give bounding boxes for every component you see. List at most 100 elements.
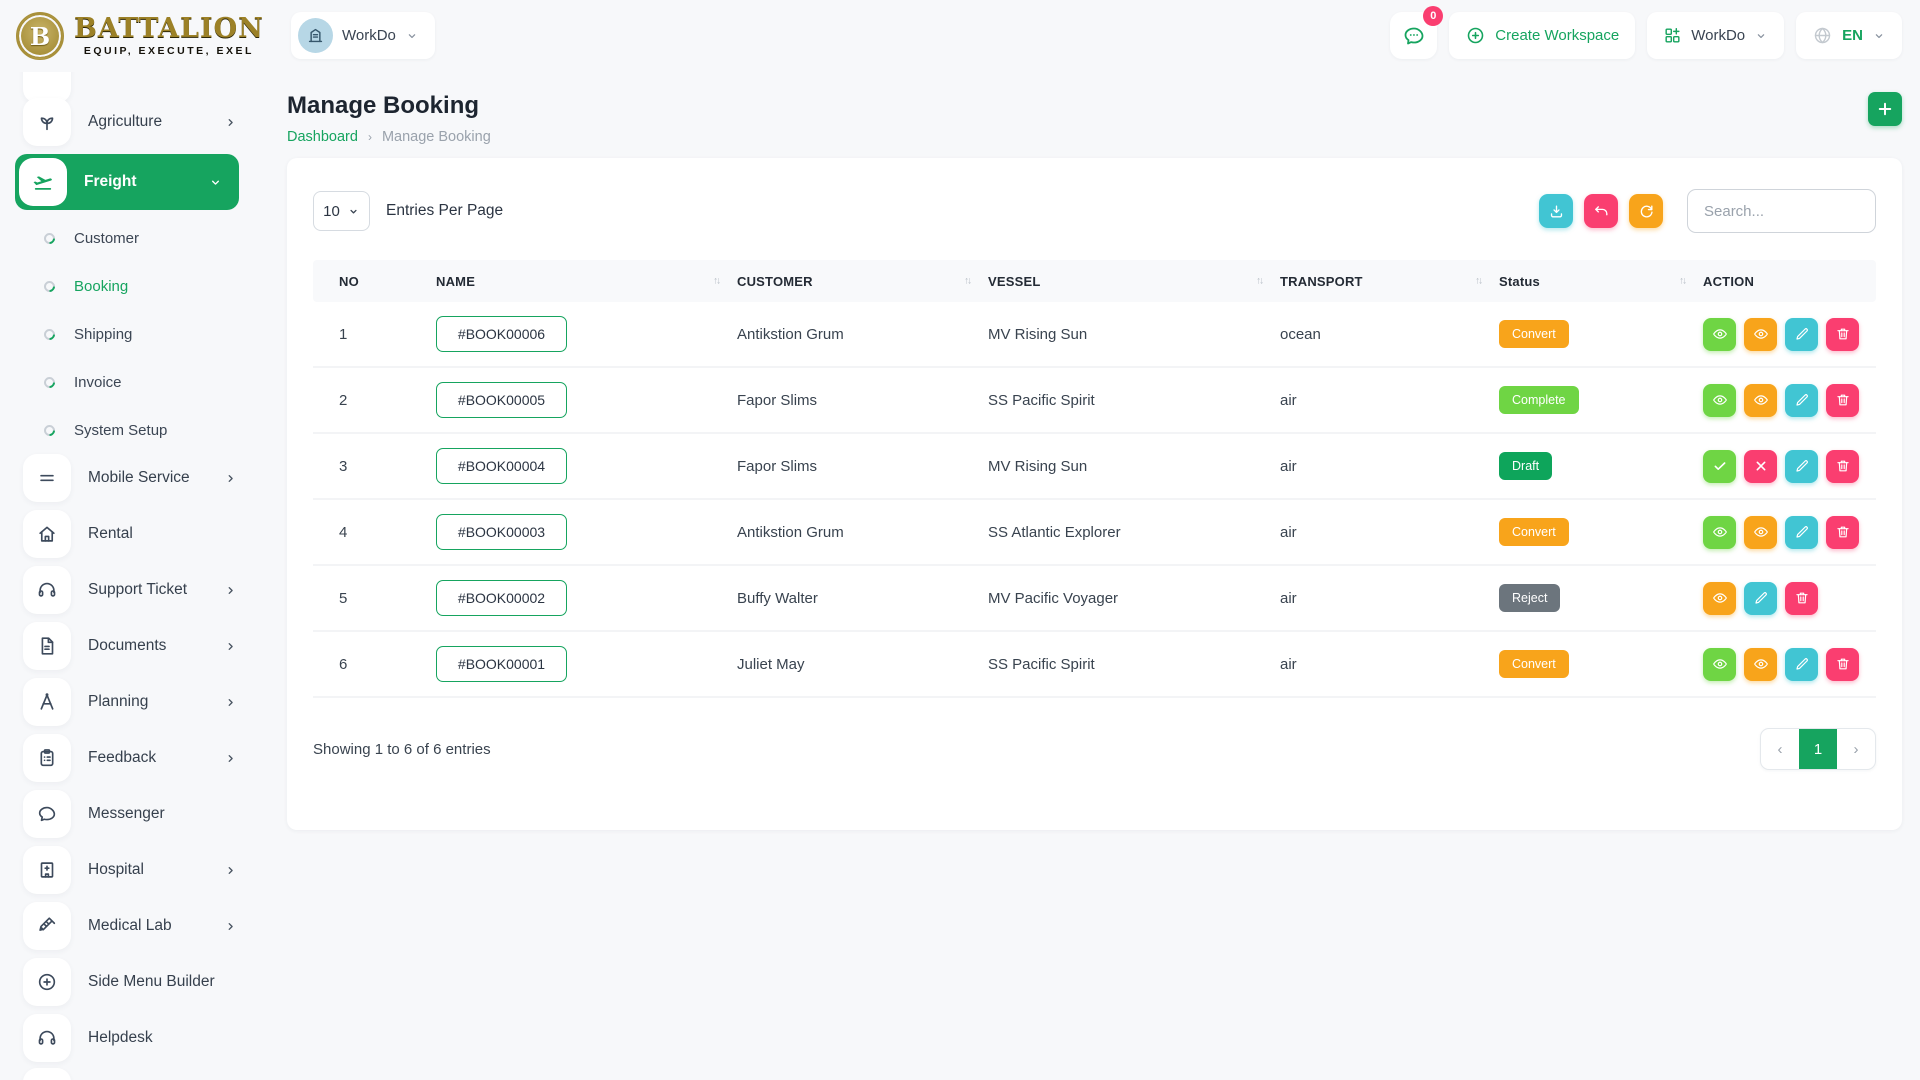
edit-button[interactable] (1785, 384, 1818, 417)
reject-button[interactable] (1744, 450, 1777, 483)
invoice-view-button[interactable] (1744, 318, 1777, 351)
delete-button[interactable] (1826, 516, 1859, 549)
refresh-button[interactable] (1629, 194, 1663, 228)
sidebar-item-agriculture[interactable]: Agriculture (15, 98, 258, 146)
sidebar-item-support-ticket[interactable]: Support Ticket (15, 566, 258, 614)
status-badge: Convert (1499, 320, 1569, 348)
edit-button[interactable] (1785, 516, 1818, 549)
headset-icon (23, 566, 71, 614)
entries-summary: Showing 1 to 6 of 6 entries (313, 741, 491, 758)
language-label: EN (1842, 27, 1863, 44)
delete-button[interactable] (1826, 384, 1859, 417)
invoice-view-button[interactable] (1744, 516, 1777, 549)
sidebar-item-rental[interactable]: Rental (15, 510, 258, 558)
sidebar-item-feedback[interactable]: Feedback (15, 734, 258, 782)
sort-arrows-icon[interactable]: ↑↓ (713, 276, 719, 287)
brand-emblem-icon: B (16, 12, 64, 60)
pagination-page-1[interactable]: 1 (1799, 729, 1837, 769)
view-button[interactable] (1703, 384, 1736, 417)
syringe-icon (23, 902, 71, 950)
booking-name-box[interactable]: #BOOK00002 (436, 580, 567, 616)
booking-name-box[interactable]: #BOOK00006 (436, 316, 567, 352)
eye-icon (1753, 524, 1769, 540)
brand-name: BATTALION (74, 15, 264, 42)
sidebar-item-messenger[interactable]: Messenger (15, 790, 258, 838)
sidebar-item-hospital[interactable]: Hospital (15, 846, 258, 894)
delete-button[interactable] (1785, 582, 1818, 615)
reset-button[interactable] (1584, 194, 1618, 228)
edit-button[interactable] (1744, 582, 1777, 615)
create-workspace-label: Create Workspace (1495, 27, 1619, 44)
vessel-cell: MV Pacific Voyager (988, 590, 1280, 607)
sort-arrows-icon[interactable]: ↑↓ (1679, 276, 1685, 287)
approve-button[interactable] (1703, 450, 1736, 483)
sort-arrows-icon[interactable]: ↑↓ (1256, 276, 1262, 287)
column-header-name[interactable]: NAME↑↓ (436, 274, 737, 289)
sidebar-subitem-booking[interactable]: Booking (15, 262, 258, 310)
workspace-switcher[interactable]: WorkDo (291, 12, 435, 59)
breadcrumb-dashboard-link[interactable]: Dashboard (287, 129, 358, 145)
invoice-view-button[interactable] (1703, 582, 1736, 615)
delete-button[interactable] (1826, 450, 1859, 483)
invoice-view-button[interactable] (1744, 384, 1777, 417)
sidebar-item-helpdesk[interactable]: Helpdesk (15, 1014, 258, 1062)
booking-name-box[interactable]: #BOOK00003 (436, 514, 567, 550)
entries-per-page-select[interactable]: 10 (313, 191, 370, 231)
column-header-transport[interactable]: TRANSPORT↑↓ (1280, 274, 1499, 289)
view-button[interactable] (1703, 318, 1736, 351)
column-header-no: NO (339, 274, 436, 289)
eye-icon (1753, 326, 1769, 342)
entries-per-page-label: Entries Per Page (386, 202, 503, 220)
messages-button[interactable]: 0 (1390, 12, 1437, 59)
column-header-status[interactable]: Status↑↓ (1499, 274, 1703, 289)
pencil-icon (1794, 524, 1810, 540)
booking-name-box[interactable]: #BOOK00001 (436, 646, 567, 682)
delete-button[interactable] (1826, 318, 1859, 351)
column-header-customer[interactable]: CUSTOMER↑↓ (737, 274, 988, 289)
search-input[interactable] (1687, 189, 1876, 233)
sort-arrows-icon[interactable]: ↑↓ (1475, 276, 1481, 287)
sidebar-subitem-system-setup[interactable]: System Setup (15, 406, 258, 454)
booking-name-box[interactable]: #BOOK00005 (436, 382, 567, 418)
status-badge: Draft (1499, 452, 1552, 480)
delete-button[interactable] (1826, 648, 1859, 681)
trash-icon (1835, 458, 1851, 474)
pagination-prev-button[interactable]: ‹ (1761, 729, 1799, 769)
sidebar-item-label: Helpdesk (88, 1029, 153, 1047)
sort-arrows-icon[interactable]: ↑↓ (964, 276, 970, 287)
sidebar-item-medical-lab[interactable]: Medical Lab (15, 902, 258, 950)
sidebar-subitem-shipping[interactable]: Shipping (15, 310, 258, 358)
pagination-next-button[interactable]: › (1837, 729, 1875, 769)
eye-icon (1753, 656, 1769, 672)
edit-button[interactable] (1785, 648, 1818, 681)
export-button[interactable] (1539, 194, 1573, 228)
brand-logo[interactable]: B BATTALION EQUIP, EXECUTE, EXEL (16, 12, 264, 60)
sidebar-item-freight[interactable]: Freight (15, 154, 239, 210)
view-button[interactable] (1703, 516, 1736, 549)
create-workspace-button[interactable]: Create Workspace (1449, 12, 1635, 59)
sidebar-item-side-menu-builder[interactable]: Side Menu Builder (15, 958, 258, 1006)
sidebar-item-mobile-service[interactable]: Mobile Service (15, 454, 258, 502)
eye-icon (1753, 392, 1769, 408)
user-menu[interactable]: WorkDo (1647, 12, 1784, 59)
language-selector[interactable]: EN (1796, 12, 1902, 59)
transport-cell: air (1280, 524, 1499, 541)
booking-name-box[interactable]: #BOOK00004 (436, 448, 567, 484)
sidebar-subitem-customer[interactable]: Customer (15, 214, 258, 262)
column-header-vessel[interactable]: VESSEL↑↓ (988, 274, 1280, 289)
customer-cell: Antikstion Grum (737, 524, 988, 541)
row-actions (1703, 582, 1876, 615)
sidebar-subitem-label: Shipping (74, 326, 132, 343)
vessel-cell: SS Pacific Spirit (988, 392, 1280, 409)
sidebar-item-planning[interactable]: Planning (15, 678, 258, 726)
booking-table-card: 10 Entries Per Page NONAME↑↓CUSTOMER↑↓VE… (287, 158, 1902, 830)
edit-button[interactable] (1785, 318, 1818, 351)
invoice-view-button[interactable] (1744, 648, 1777, 681)
row-actions (1703, 516, 1876, 549)
sidebar-subitem-invoice[interactable]: Invoice (15, 358, 258, 406)
add-booking-button[interactable] (1868, 92, 1902, 126)
edit-button[interactable] (1785, 450, 1818, 483)
view-button[interactable] (1703, 648, 1736, 681)
sidebar-item-documents[interactable]: Documents (15, 622, 258, 670)
user-menu-label: WorkDo (1691, 27, 1745, 44)
